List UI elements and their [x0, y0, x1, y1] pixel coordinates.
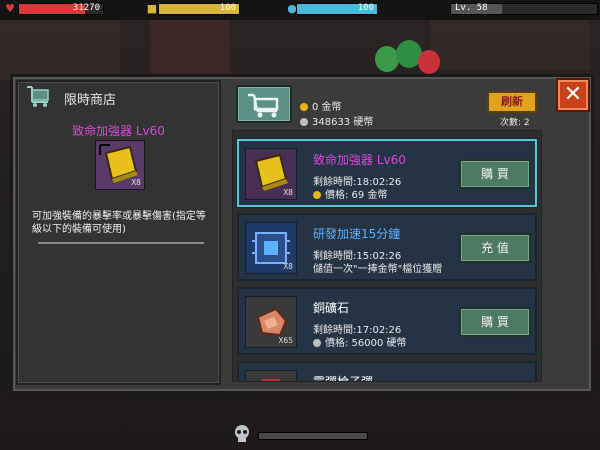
selected-item-qty: X8 [131, 178, 141, 187]
item-price: 價格: 56000 硬幣 [313, 334, 407, 349]
item-thumbnail: X65 [245, 296, 297, 348]
shopping-cart-icon [248, 93, 279, 118]
item-name: 銅礦石 [313, 301, 350, 315]
shop-header: 限時商店 [18, 82, 219, 112]
coin-balance-text: 348633 硬幣 [312, 117, 374, 128]
gold-coin-icon [313, 191, 321, 199]
balloon-decoration [418, 50, 440, 74]
shop-item-card[interactable]: 霰彈槍子彈 [237, 361, 537, 382]
hp-value: 31270 [72, 3, 100, 13]
hp-bar: 31270 [18, 3, 104, 15]
recharge-button[interactable]: 充 值 [459, 233, 531, 263]
shop-title: 限時商店 [64, 93, 117, 108]
item-detail-panel: 限時商店 致命加強器 Lv60 X8 可加強裝備的暴擊率或暴擊傷害(指定等級以下… [16, 80, 221, 385]
silver-coin-icon [313, 339, 321, 347]
selected-item-thumbnail: X8 [95, 140, 145, 190]
coin-balance: 348633 硬幣 [300, 113, 373, 128]
buy-button[interactable]: 購 買 [459, 307, 531, 337]
item-thumbnail: X8 [245, 222, 297, 274]
selected-item-name: 致命加強器 Lv60 [72, 124, 165, 138]
level-bar: Lv. 58 [450, 3, 598, 15]
water-value: 100 [357, 3, 374, 13]
skull-icon [235, 425, 249, 442]
boss-health-bar [258, 432, 368, 440]
item-qty: X8 [283, 188, 293, 197]
shopping-cart-icon [27, 86, 49, 107]
close-icon: ✕ [563, 82, 583, 107]
shop-item-card[interactable]: X8 研發加速15分鐘 剩餘時間:15:02:26 儲值一次"一捧金幣"檔位獲贈… [237, 213, 537, 281]
gold-value: 100 [219, 3, 236, 13]
divider [38, 242, 204, 244]
item-qty: X65 [278, 336, 293, 345]
gold-coin-icon [300, 103, 308, 111]
item-name: 霰彈槍子彈 [313, 375, 374, 382]
status-hud: ♥ 31270 ■ 100 ● 100 Lv. 58 [0, 0, 600, 20]
item-thumbnail: X8 [245, 148, 297, 200]
cart-button[interactable] [236, 85, 292, 123]
item-price-text: 價格: 56000 硬幣 [325, 338, 407, 349]
item-price: 儲值一次"一捧金幣"檔位獲贈 [313, 264, 443, 275]
level-label: Lv. 58 [455, 3, 488, 13]
item-price-text: 價格: 69 金幣 [325, 190, 388, 201]
buy-button[interactable]: 購 買 [459, 159, 531, 189]
food-icon: ■ [146, 2, 158, 15]
silver-coin-icon [300, 118, 308, 126]
close-button[interactable]: ✕ [558, 80, 588, 110]
shotgun-shell-icon [262, 379, 280, 381]
item-price: 價格: 69 金幣 [313, 186, 387, 201]
gold-bar: 100 [158, 3, 240, 15]
shop-item-list[interactable]: X8 致命加強器 Lv60 剩餘時間:18:02:26 價格: 69 金幣 購 … [232, 130, 542, 382]
water-bar: 100 [296, 3, 378, 15]
item-qty: X8 [283, 262, 293, 271]
heart-icon: ♥ [5, 2, 15, 15]
gold-balance: 0 金幣 [300, 98, 342, 113]
shop-item-card[interactable]: X65 銅礦石 剩餘時間:17:02:26 價格: 56000 硬幣 購 買 [237, 287, 537, 355]
item-name: 致命加強器 Lv60 [313, 153, 406, 167]
refresh-button[interactable]: 刷新 [487, 91, 537, 113]
gold-balance-text: 0 金幣 [312, 102, 342, 113]
item-name: 研發加速15分鐘 [313, 227, 401, 241]
item-thumbnail [245, 370, 297, 381]
shop-item-card[interactable]: X8 致命加強器 Lv60 剩餘時間:18:02:26 價格: 69 金幣 購 … [237, 139, 537, 207]
selected-item-description: 可加強裝備的暴擊率或暴擊傷害(指定等級以下的裝備可使用) [32, 211, 206, 235]
refresh-count: 次數: 2 [500, 118, 530, 128]
